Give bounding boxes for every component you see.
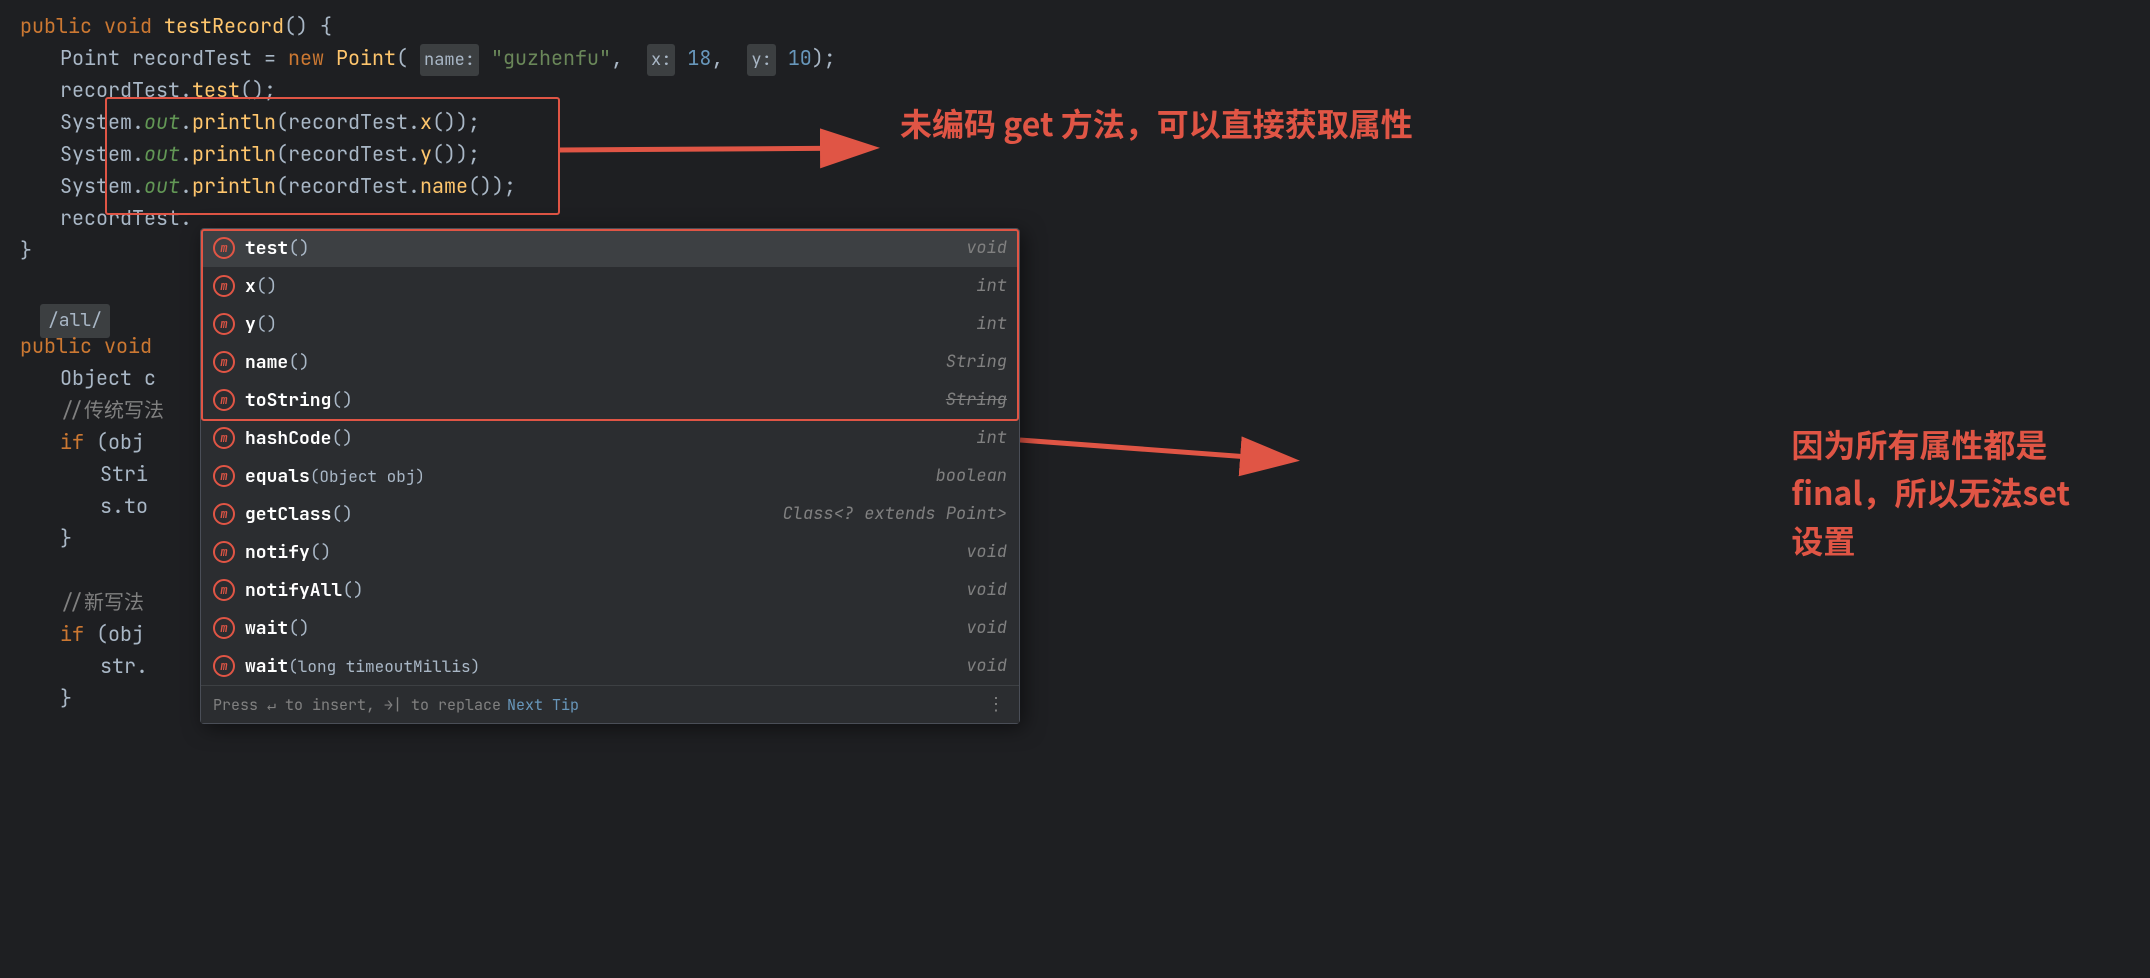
keyword-new: new — [288, 42, 324, 74]
class-point: Point — [60, 42, 120, 74]
footer-more-button[interactable]: ⋮ — [987, 693, 1007, 716]
println-2: println — [192, 138, 276, 170]
method-label-getclass: getClass() — [245, 503, 763, 526]
method-label-y: y() — [245, 313, 956, 336]
class-object: Object — [60, 362, 132, 394]
return-type-hashcode: int — [956, 427, 1007, 449]
println-3: println — [192, 170, 276, 202]
keyword-if2: if — [60, 618, 84, 650]
return-type-name: String — [926, 351, 1007, 373]
code-line-1: public void testRecord () { — [0, 10, 2150, 42]
sys-out-1: out — [144, 106, 180, 138]
keyword-if1: if — [60, 426, 84, 458]
string-guzhenfu: "guzhenfu" — [491, 42, 611, 74]
method-icon-wait2: m — [213, 655, 235, 677]
keyword-void: void — [104, 10, 152, 42]
method-icon-test: m — [213, 237, 235, 259]
method-icon-name: m — [213, 351, 235, 373]
autocomplete-item-x[interactable]: m x() int — [201, 267, 1019, 305]
code-line-6: System. out . println (recordTest. name … — [0, 170, 2150, 202]
autocomplete-item-tostring[interactable]: m toString() String — [201, 381, 1019, 419]
method-y: y — [420, 138, 432, 170]
method-label-test: test() — [245, 237, 946, 260]
method-label-equals: equals(Object obj) — [245, 465, 916, 488]
keyword-public2: public — [20, 330, 92, 362]
method-label-name: name() — [245, 351, 926, 374]
param-hint-name: name: — [420, 44, 479, 76]
autocomplete-item-equals[interactable]: m equals(Object obj) boolean — [201, 457, 1019, 495]
return-type-test: void — [946, 237, 1007, 259]
return-type-notify: void — [946, 541, 1007, 563]
autocomplete-popup: m test() void m x() int m y() in — [200, 228, 1020, 724]
autocomplete-item-notifyall[interactable]: m notifyAll() void — [201, 571, 1019, 609]
code-line-2: Point recordTest = new Point ( name: "gu… — [0, 42, 2150, 74]
method-icon-notify: m — [213, 541, 235, 563]
return-type-y: int — [956, 313, 1007, 335]
method-label-notifyall: notifyAll() — [245, 579, 946, 602]
method-test-call: test — [192, 74, 240, 106]
footer-hint-text: Press ↵ to insert, →| to replace — [213, 695, 501, 715]
autocomplete-item-notify[interactable]: m notify() void — [201, 533, 1019, 571]
method-icon-notifyall: m — [213, 579, 235, 601]
param-hint-y: y: — [747, 44, 775, 76]
method-label-wait2: wait(long timeoutMillis) — [245, 655, 946, 678]
class-string-abbr: Stri — [100, 458, 148, 490]
return-type-wait1: void — [946, 617, 1007, 639]
method-icon-tostring: m — [213, 389, 235, 411]
number-18: 18 — [687, 42, 711, 74]
method-icon-y: m — [213, 313, 235, 335]
sys-out-3: out — [144, 170, 180, 202]
comment-new: //新写法 — [60, 586, 144, 618]
constructor-point: Point — [336, 42, 396, 74]
autocomplete-item-test[interactable]: m test() void — [201, 229, 1019, 267]
comment-traditional: //传统写法 — [60, 394, 164, 426]
autocomplete-item-getclass[interactable]: m getClass() Class<? extends Point> — [201, 495, 1019, 533]
number-10: 10 — [788, 42, 812, 74]
return-type-wait2: void — [946, 655, 1007, 677]
method-icon-x: m — [213, 275, 235, 297]
method-label-x: x() — [245, 275, 956, 298]
method-icon-wait1: m — [213, 617, 235, 639]
autocomplete-item-wait1[interactable]: m wait() void — [201, 609, 1019, 647]
return-type-getclass: Class<? extends Point> — [763, 503, 1007, 525]
autocomplete-footer: Press ↵ to insert, →| to replace Next Ti… — [201, 685, 1019, 723]
method-testrecord: testRecord — [164, 10, 284, 42]
autocomplete-item-hashcode[interactable]: m hashCode() int — [201, 419, 1019, 457]
editor-container: public void testRecord () { Point record… — [0, 0, 2150, 978]
method-icon-equals: m — [213, 465, 235, 487]
autocomplete-item-y[interactable]: m y() int — [201, 305, 1019, 343]
return-type-x: int — [956, 275, 1007, 297]
param-hint-x: x: — [647, 44, 675, 76]
method-label-hashcode: hashCode() — [245, 427, 956, 450]
method-icon-getclass: m — [213, 503, 235, 525]
keyword-void2: void — [104, 330, 152, 362]
method-label-notify: notify() — [245, 541, 946, 564]
return-type-tostring: String — [926, 389, 1007, 411]
keyword-public: public — [20, 10, 92, 42]
method-x: x — [420, 106, 432, 138]
annotation-text-2: 因为所有属性都是 final，所以无法set 设置 — [1791, 420, 2070, 564]
method-label-wait1: wait() — [245, 617, 946, 640]
autocomplete-item-wait2[interactable]: m wait(long timeoutMillis) void — [201, 647, 1019, 685]
return-type-equals: boolean — [916, 465, 1007, 487]
sys-out-2: out — [144, 138, 180, 170]
annotation-text-1: 未编码 get 方法，可以直接获取属性 — [900, 100, 1413, 146]
println-1: println — [192, 106, 276, 138]
next-tip-button[interactable]: Next Tip — [507, 695, 579, 715]
autocomplete-item-name[interactable]: m name() String — [201, 343, 1019, 381]
return-type-notifyall: void — [946, 579, 1007, 601]
method-name-call: name — [420, 170, 468, 202]
method-icon-hashcode: m — [213, 427, 235, 449]
method-label-tostring: toString() — [245, 389, 926, 412]
